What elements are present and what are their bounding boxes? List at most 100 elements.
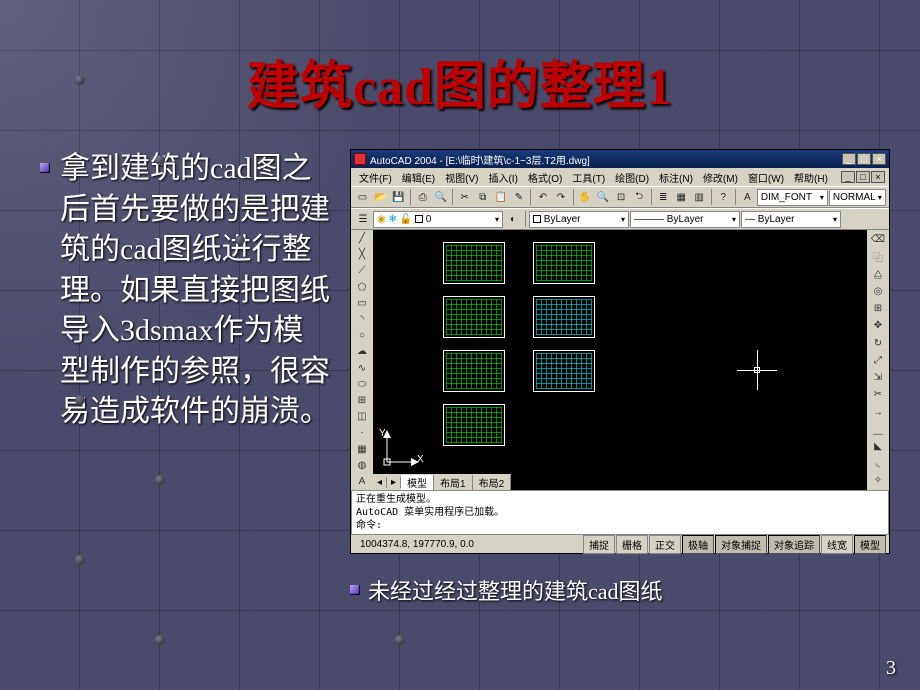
menu-file[interactable]: 文件(F) bbox=[355, 170, 396, 185]
tool-palette-icon[interactable]: ▥ bbox=[691, 188, 708, 206]
rectangle-icon[interactable]: ▭ bbox=[352, 296, 372, 311]
help-icon[interactable]: ? bbox=[715, 188, 732, 206]
matchprop-icon[interactable]: ✎ bbox=[510, 188, 527, 206]
move-icon[interactable]: ✥ bbox=[868, 318, 888, 334]
command-history-2: AutoCAD 菜单实用程序已加载。 bbox=[356, 506, 884, 519]
scale-icon[interactable]: ⤢ bbox=[868, 352, 888, 368]
copy-icon[interactable]: ⧉ bbox=[474, 188, 491, 206]
status-lwt[interactable]: 线宽 bbox=[821, 535, 853, 554]
textstyle-dropdown[interactable]: DIM_FONT▾ bbox=[757, 189, 828, 206]
status-grid found[interactable]: 栅格 bbox=[616, 535, 648, 554]
ellipse-icon[interactable]: ⬭ bbox=[352, 377, 372, 392]
menu-help[interactable]: 帮助(H) bbox=[790, 170, 832, 185]
maximize-button[interactable]: □ bbox=[857, 153, 871, 165]
break-icon[interactable]: ⸏ bbox=[868, 421, 888, 437]
status-ortho[interactable]: 正交 bbox=[649, 535, 681, 554]
doc-restore-button[interactable]: □ bbox=[856, 171, 870, 183]
menu-modify[interactable]: 修改(M) bbox=[699, 170, 742, 185]
color-dropdown[interactable]: ByLayer▾ bbox=[529, 211, 629, 228]
copy-obj-icon[interactable]: ⿻ bbox=[868, 248, 888, 265]
extend-icon[interactable]: → bbox=[868, 404, 888, 420]
status-polar[interactable]: 极轴 bbox=[682, 535, 714, 554]
spline-icon[interactable]: ∿ bbox=[352, 361, 372, 376]
status-model[interactable]: 模型 bbox=[854, 535, 886, 554]
zoom-realtime-icon[interactable]: 🔍 bbox=[595, 188, 612, 206]
tab-layout1[interactable]: 布局1 bbox=[434, 475, 473, 490]
revcloud-icon[interactable]: ☁ bbox=[352, 344, 372, 359]
array-icon[interactable]: ⊞ bbox=[868, 301, 888, 317]
menu-edit[interactable]: 编辑(E) bbox=[398, 170, 439, 185]
point-icon[interactable]: · bbox=[352, 425, 372, 440]
zoom-window-icon[interactable]: ⊡ bbox=[613, 188, 630, 206]
hatch-icon[interactable]: ▦ bbox=[352, 441, 372, 456]
pline-icon[interactable]: ⟋ bbox=[352, 263, 372, 278]
status-osnap[interactable]: 对象捕捉 bbox=[715, 535, 767, 554]
preview-icon[interactable]: 🔍 bbox=[432, 188, 449, 206]
layer-toolbar: ☰ ◉ ❄ 🔓 0▾ ◐ ByLayer▾ ——— ByLayer▾ — ByL… bbox=[351, 208, 889, 230]
erase-icon[interactable]: ⌫ bbox=[868, 231, 888, 247]
cut-icon[interactable]: ✂ bbox=[456, 188, 473, 206]
block-icon[interactable]: ◫ bbox=[352, 409, 372, 424]
textstyle-icon[interactable]: A bbox=[739, 188, 756, 206]
menu-view[interactable]: 视图(V) bbox=[441, 170, 482, 185]
arc-icon[interactable]: ◝ bbox=[352, 312, 372, 327]
layer-previous-icon[interactable]: ◐ bbox=[504, 210, 522, 228]
explode-icon[interactable]: ✧ bbox=[868, 473, 888, 489]
redo-icon[interactable]: ↷ bbox=[552, 188, 569, 206]
dimstyle-dropdown[interactable]: NORMAL▾ bbox=[829, 189, 886, 206]
doc-minimize-button[interactable]: _ bbox=[841, 171, 855, 183]
polygon-icon[interactable]: ⬠ bbox=[352, 280, 372, 295]
menu-format[interactable]: 格式(O) bbox=[524, 170, 566, 185]
menu-draw[interactable]: 绘图(D) bbox=[611, 170, 653, 185]
xline-icon[interactable]: ╳ bbox=[352, 247, 372, 262]
open-icon[interactable]: 📂 bbox=[372, 188, 389, 206]
body-text: 拿到建筑的cad图之后首先要做的是把建筑的cad图纸进行整理。如果直接把图纸导入… bbox=[60, 149, 330, 433]
undo-icon[interactable]: ↶ bbox=[534, 188, 551, 206]
menu-bar: 文件(F) 编辑(E) 视图(V) 插入(I) 格式(O) 工具(T) 绘图(D… bbox=[351, 168, 889, 186]
stretch-icon[interactable]: ⇲ bbox=[868, 370, 888, 386]
line-icon[interactable]: ╱ bbox=[352, 231, 372, 246]
fillet-icon[interactable]: ◟ bbox=[868, 456, 888, 472]
circle-icon[interactable]: ○ bbox=[352, 328, 372, 343]
rotate-icon[interactable]: ↻ bbox=[868, 335, 888, 351]
pan-icon[interactable]: ✋ bbox=[576, 188, 593, 206]
region-icon[interactable]: ◍ bbox=[352, 458, 372, 473]
drawing-canvas[interactable]: Y X ◂▸ 模型 布局1 布局2 bbox=[373, 230, 867, 490]
menu-dimension[interactable]: 标注(N) bbox=[655, 170, 697, 185]
paste-icon[interactable]: 📋 bbox=[492, 188, 509, 206]
autocad-window: AutoCAD 2004 - [E:\临时\建筑\c-1~3层.T2用.dwg]… bbox=[350, 149, 890, 554]
save-icon[interactable]: 💾 bbox=[390, 188, 407, 206]
insert-icon[interactable]: ⊞ bbox=[352, 393, 372, 408]
minimize-button[interactable]: _ bbox=[842, 153, 856, 165]
drawing-thumb bbox=[443, 296, 505, 338]
print-icon[interactable]: ⎙ bbox=[414, 188, 431, 206]
tab-model[interactable]: 模型 bbox=[401, 475, 434, 490]
trim-icon[interactable]: ✂ bbox=[868, 387, 888, 403]
menu-tools[interactable]: 工具(T) bbox=[568, 170, 609, 185]
properties-icon[interactable]: ≣ bbox=[655, 188, 672, 206]
command-window[interactable]: 正在重生成模型。 AutoCAD 菜单实用程序已加载。 命令: bbox=[351, 490, 889, 535]
app-icon bbox=[354, 153, 366, 165]
close-button[interactable]: × bbox=[872, 153, 886, 165]
offset-icon[interactable]: ◎ bbox=[868, 283, 888, 299]
new-icon[interactable]: ▭ bbox=[354, 188, 371, 206]
mirror-icon[interactable]: ⧋ bbox=[868, 266, 888, 282]
modify-toolbar: ⌫ ⿻ ⧋ ◎ ⊞ ✥ ↻ ⤢ ⇲ ✂ → ⸏ ◣ ◟ ✧ bbox=[867, 230, 889, 490]
zoom-prev-icon[interactable]: ⮌ bbox=[631, 188, 648, 206]
lineweight-dropdown[interactable]: — ByLayer▾ bbox=[741, 211, 841, 228]
command-prompt: 命令: bbox=[356, 519, 382, 532]
tab-layout2[interactable]: 布局2 bbox=[473, 475, 512, 490]
layer-manager-icon[interactable]: ☰ bbox=[354, 210, 372, 228]
ucs-icon: Y X bbox=[379, 430, 419, 470]
design-center-icon[interactable]: ▦ bbox=[673, 188, 690, 206]
chamfer-icon[interactable]: ◣ bbox=[868, 438, 888, 454]
layer-dropdown[interactable]: ◉ ❄ 🔓 0▾ bbox=[373, 211, 503, 228]
status-otrack[interactable]: 对象追踪 bbox=[768, 535, 820, 554]
drawing-thumb bbox=[443, 404, 505, 446]
doc-close-button[interactable]: × bbox=[871, 171, 885, 183]
linetype-dropdown[interactable]: ——— ByLayer▾ bbox=[630, 211, 740, 228]
text-icon[interactable]: A bbox=[352, 474, 372, 489]
status-snap[interactable]: 捕捉 bbox=[583, 535, 615, 554]
menu-insert[interactable]: 插入(I) bbox=[484, 170, 521, 185]
menu-window[interactable]: 窗口(W) bbox=[744, 170, 788, 185]
